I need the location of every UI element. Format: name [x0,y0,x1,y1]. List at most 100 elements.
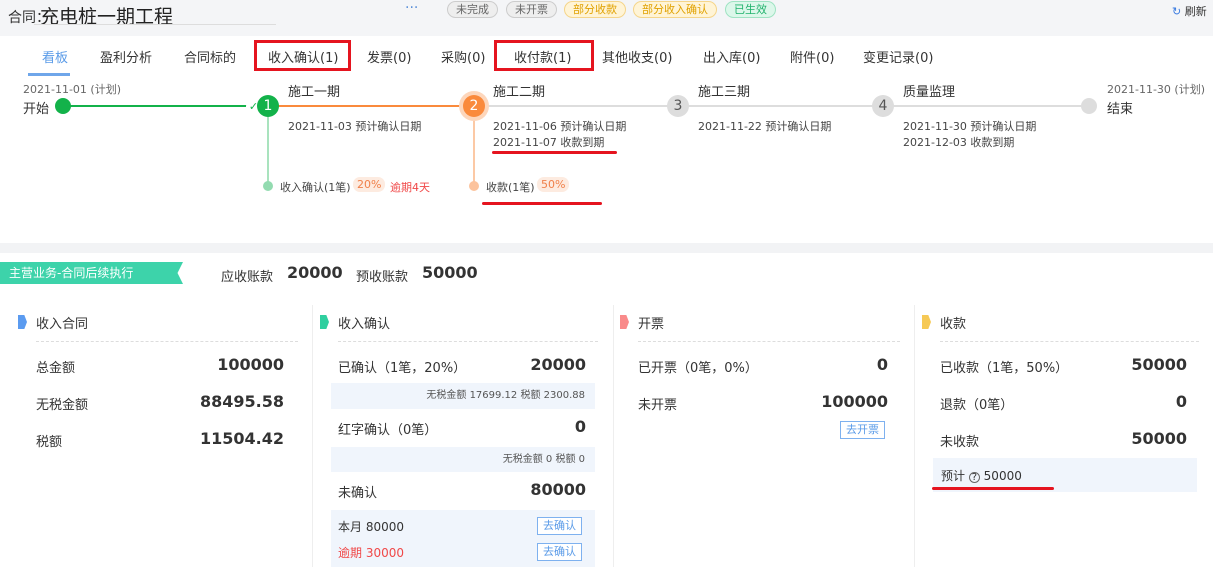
section-divider [0,243,1213,253]
divider [36,341,298,342]
card-title: 收入确认 [338,317,391,332]
row-value: 20000 [530,355,586,374]
card-confirm: 收入确认 已确认（1笔，20%） 20000 无税金额 17699.12 税额 2… [314,305,612,567]
row: 税额 11504.42 [36,429,284,450]
status-badge: 已生效 [725,1,776,18]
start-date: 2021-11-01 (计划) [23,83,122,96]
milestone-node[interactable]: 4 [872,95,894,117]
row-value: 100000 [821,392,888,411]
end-dot [1081,98,1097,114]
milestone-date: 2021-11-22 预计确认日期 [698,120,832,133]
status-badge: 部分收入确认 [633,1,717,18]
invoice-button[interactable]: 去开票 [840,421,885,439]
card-title: 收款 [940,317,967,332]
end-label: 结束 [1107,102,1134,117]
active-tab-indicator [28,73,70,76]
estimate-value: 50000 [983,469,1022,483]
highlight-underline [492,151,617,154]
start-dot [55,98,71,114]
branch-dot [469,181,479,191]
start-label: 开始 [23,102,50,117]
tab-item[interactable]: 变更记录(0) [863,47,933,66]
confirm-button[interactable]: 去确认 [537,543,582,561]
estimate-label: 预计 [941,469,966,483]
help-icon[interactable]: ? [968,472,980,483]
more-button[interactable]: ··· [405,0,418,16]
milestone-name: 施工二期 [493,85,546,100]
row-value: 11504.42 [199,429,284,448]
card-collect: 收款 已收款（1笔，50%） 50000 退款（0笔） 0 未收款 50000 预计 … [916,305,1213,567]
overdue-text: 逾期4天 [390,181,430,194]
card-title: 收入合同 [36,317,89,332]
branch-line [267,117,269,186]
card-marker [18,315,27,329]
row-label: 退款（0笔） [940,398,1014,413]
subtotal: 无税金额 0 税额 0 [331,447,595,472]
milestone-date: 2021-12-03 收款到期 [903,136,1015,149]
card-title: 开票 [638,317,665,332]
row-label: 已开票（0笔，0%） [638,361,758,376]
milestone-name: 施工一期 [288,85,341,100]
row-label: 无税金额 [36,398,89,413]
confirm-button[interactable]: 去确认 [537,517,582,535]
row-label: 税额 [36,435,63,450]
timeline-segment [474,105,1089,107]
row-value: 80000 [530,480,586,499]
refresh-icon: ↻ [1172,5,1182,18]
refresh-button[interactable]: ↻ 刷新 [1172,3,1207,19]
tab-item[interactable]: 合同标的 [184,47,236,66]
status-badge: 部分收款 [564,1,626,18]
pre-label: 预收账款 [356,270,409,285]
highlight-underline [482,202,602,205]
milestone-name: 施工三期 [698,85,751,100]
highlight-box [254,40,351,71]
tab-item[interactable]: 出入库(0) [703,47,760,66]
timeline-segment [268,105,474,107]
row-value: 88495.58 [199,392,284,411]
row: 总金额 100000 [36,355,284,376]
row: 无税金额 88495.58 [36,392,284,413]
overdue-amount: 逾期 30000 [338,546,404,560]
branch-dot [263,181,273,191]
tab-item[interactable]: 盈利分析 [100,47,152,66]
tab-item[interactable]: 其他收支(0) [602,47,672,66]
milestone-date: 2021-11-30 预计确认日期 [903,120,1037,133]
row-value: 0 [1175,392,1187,411]
milestone-node[interactable]: 2 [463,95,485,117]
status-badge: 未开票 [506,1,557,18]
row-label: 红字确认（0笔） [338,423,438,438]
branch-label[interactable]: 收入确认(1笔) [280,179,351,195]
tab-item[interactable]: 发票(0) [367,47,411,66]
milestone-date: 2021-11-07 收款到期 [493,136,605,149]
row-label: 已确认（1笔，20%） [338,361,467,376]
tab-item[interactable]: 附件(0) [790,47,834,66]
branch-percent: 50% [537,177,570,192]
end-date: 2021-11-30 (计划) [1107,83,1206,96]
subtotal: 无税金额 17699.12 税额 2300.88 [331,383,595,409]
milestone-node[interactable]: 3 [667,95,689,117]
milestone-node[interactable]: 1 [257,95,279,117]
row-label: 未开票 [638,398,678,413]
refresh-label: 刷新 [1184,5,1207,18]
milestone-date: 2021-11-03 预计确认日期 [288,120,422,133]
tab-item[interactable]: 采购(0) [441,47,485,66]
branch-label[interactable]: 收款(1笔) [486,179,535,195]
row-label: 已收款（1笔，50%） [940,361,1069,376]
status-badge: 未完成 [447,1,498,18]
timeline-segment [63,105,268,107]
milestone-date: 2021-11-06 预计确认日期 [493,120,627,133]
row-label: 总金额 [36,361,76,376]
highlight-underline [932,487,1054,490]
tab-item[interactable]: 看板 [42,47,68,66]
card-contract: 收入合同 总金额 100000 无税金额 88495.58 税额 11504.42 [12,305,312,567]
row-label: 未收款 [940,435,980,450]
branch-percent: 20% [353,177,386,192]
row-value: 50000 [1131,355,1187,374]
month-amount: 本月 80000 [338,520,404,534]
card-invoice: 开票 已开票（0笔，0%） 0 未开票 100000 去开票 [614,305,914,567]
ar-value: 20000 [287,263,343,282]
row-label: 未确认 [338,486,378,501]
milestone-name: 质量监理 [903,85,956,100]
pre-value: 50000 [422,263,478,282]
title-underline [34,24,276,25]
